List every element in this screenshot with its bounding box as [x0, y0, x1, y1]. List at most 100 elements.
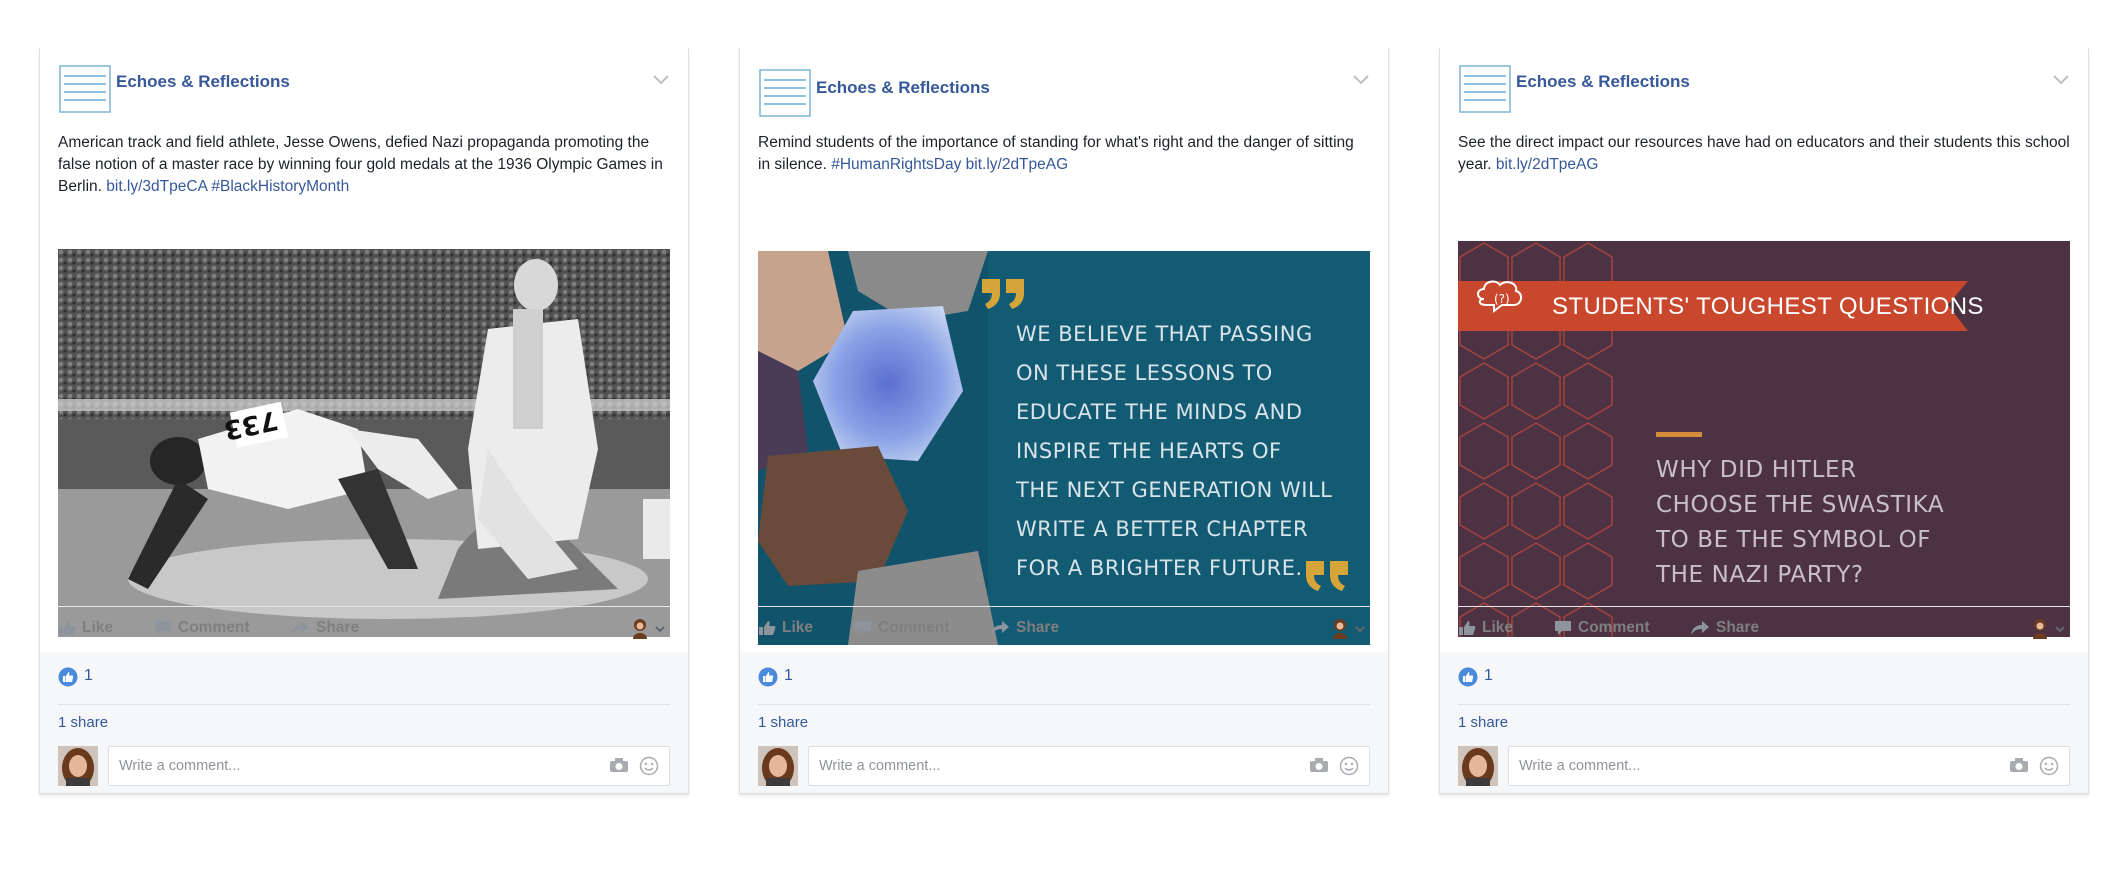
camera-icon[interactable]: [609, 757, 629, 773]
post-footer: 1 1 share: [1440, 652, 2088, 793]
like-reaction-icon[interactable]: [58, 667, 78, 687]
comment-label: Comment: [1578, 619, 1650, 636]
share-button[interactable]: Share: [290, 619, 359, 639]
post-footer: 1 1 share: [740, 652, 1388, 793]
comment-button[interactable]: Comment: [154, 619, 249, 639]
quote-line: THE NEXT GENERATION WILL: [1016, 478, 1333, 502]
like-reaction-icon[interactable]: [758, 667, 778, 687]
post-actions: Like Comment Share: [758, 606, 1370, 651]
page-name-link[interactable]: Echoes & Reflections: [816, 78, 990, 98]
emoji-icon[interactable]: [1339, 756, 1359, 776]
svg-text:(?): (?): [1494, 292, 1510, 306]
post-actions: Like Comment Share: [1458, 606, 2070, 651]
chevron-down-icon[interactable]: [2052, 74, 2070, 86]
emoji-icon[interactable]: [639, 756, 659, 776]
quote-line: EDUCATE THE MINDS AND: [1016, 400, 1303, 424]
reactions-bar: 1: [1458, 664, 2070, 705]
share-count-link[interactable]: 1 share: [1458, 714, 1508, 731]
comment-composer: [1458, 746, 2070, 786]
user-avatar: [758, 746, 798, 786]
comment-label: Comment: [178, 619, 250, 636]
comment-composer: [758, 746, 1370, 786]
comment-field[interactable]: [1508, 746, 2070, 786]
comment-input[interactable]: [117, 753, 561, 779]
thumbs-up-icon: [759, 620, 776, 635]
comment-icon: [855, 620, 871, 635]
like-reaction-icon[interactable]: [1458, 667, 1478, 687]
page-logo-icon[interactable]: [758, 66, 812, 120]
camera-icon[interactable]: [1309, 757, 1329, 773]
share-label: Share: [1016, 619, 1060, 636]
like-count[interactable]: 1: [784, 667, 793, 685]
comment-field[interactable]: [808, 746, 1370, 786]
like-button[interactable]: Like: [58, 619, 113, 639]
hashtag-link[interactable]: #BlackHistoryMonth: [211, 178, 349, 195]
share-label: Share: [1716, 619, 1760, 636]
post-message: American track and field athlete, Jesse …: [58, 132, 670, 198]
question-line: THE NAZI PARTY?: [1656, 562, 1864, 588]
like-count[interactable]: 1: [84, 667, 93, 685]
audience-avatar-icon[interactable]: [630, 617, 670, 641]
post-header: Echoes & Reflections: [1458, 62, 2070, 122]
post-link[interactable]: bit.ly/2dTpeAG: [966, 156, 1069, 173]
camera-icon[interactable]: [2009, 757, 2029, 773]
post-card: Echoes & Reflections Remind students of …: [739, 48, 1389, 794]
chevron-down-icon[interactable]: [1352, 74, 1370, 86]
share-button[interactable]: Share: [990, 619, 1059, 639]
share-count-link[interactable]: 1 share: [58, 714, 108, 731]
page-name-link[interactable]: Echoes & Reflections: [116, 72, 290, 92]
post-footer: 1 1 share: [40, 652, 688, 793]
quote-line: ON THESE LESSONS TO: [1016, 361, 1273, 385]
user-avatar: [58, 746, 98, 786]
question-text: WHY DID HITLER CHOOSE THE SWASTIKA TO BE…: [1656, 453, 1944, 593]
comment-field[interactable]: [108, 746, 670, 786]
like-button[interactable]: Like: [1458, 619, 1513, 639]
share-icon: [1691, 620, 1709, 635]
comment-input[interactable]: [1517, 753, 1961, 779]
thumbs-up-icon: [1459, 620, 1476, 635]
page-logo-icon[interactable]: [1458, 62, 1512, 116]
question-line: WHY DID HITLER: [1656, 457, 1857, 483]
quote-line: WRITE A BETTER CHAPTER: [1016, 517, 1309, 541]
share-count-link[interactable]: 1 share: [758, 714, 808, 731]
like-label: Like: [1482, 619, 1514, 636]
thumbs-up-icon: [59, 620, 76, 635]
quote-line: INSPIRE THE HEARTS OF: [1016, 439, 1282, 463]
page-logo-icon[interactable]: [58, 62, 112, 116]
post-message: See the direct impact our resources have…: [1458, 132, 2070, 176]
quote-line: WE BELIEVE THAT PASSING: [1016, 322, 1313, 346]
post-actions: Like Comment Share: [58, 606, 670, 651]
audience-avatar-icon[interactable]: [1330, 617, 1370, 641]
comment-input[interactable]: [817, 753, 1261, 779]
reactions-bar: 1: [758, 664, 1370, 705]
post-image[interactable]: (?) STUDENTS' TOUGHEST QUESTIONS WHY DID…: [1458, 241, 2070, 637]
reactions-bar: 1: [58, 664, 670, 705]
question-line: TO BE THE SYMBOL OF: [1656, 527, 1932, 553]
audience-avatar-icon[interactable]: [2030, 617, 2070, 641]
user-avatar: [1458, 746, 1498, 786]
comment-button[interactable]: Comment: [1554, 619, 1649, 639]
hashtag-link[interactable]: #HumanRightsDay: [831, 156, 961, 173]
comment-button[interactable]: Comment: [854, 619, 949, 639]
share-button[interactable]: Share: [1690, 619, 1759, 639]
long-jump-photo: 733: [58, 249, 670, 637]
comment-label: Comment: [878, 619, 950, 636]
post-link[interactable]: bit.ly/3dTpeCA: [106, 178, 207, 195]
comment-icon: [1555, 620, 1571, 635]
like-label: Like: [782, 619, 814, 636]
post-image[interactable]: WE BELIEVE THAT PASSING ON THESE LESSONS…: [758, 251, 1370, 645]
post-link[interactable]: bit.ly/2dTpeAG: [1496, 156, 1599, 173]
page-name-link[interactable]: Echoes & Reflections: [1516, 72, 1690, 92]
post-card: Echoes & Reflections See the direct impa…: [1439, 48, 2089, 794]
post-header: Echoes & Reflections: [58, 62, 670, 122]
like-button[interactable]: Like: [758, 619, 813, 639]
quote-line: FOR A BRIGHTER FUTURE.: [1016, 556, 1303, 580]
post-image[interactable]: 733: [58, 249, 670, 637]
like-count[interactable]: 1: [1484, 667, 1493, 685]
comment-icon: [155, 620, 171, 635]
emoji-icon[interactable]: [2039, 756, 2059, 776]
quote-text: WE BELIEVE THAT PASSING ON THESE LESSONS…: [1016, 315, 1332, 588]
comment-composer: [58, 746, 670, 786]
question-line: CHOOSE THE SWASTIKA: [1656, 492, 1945, 518]
chevron-down-icon[interactable]: [652, 74, 670, 86]
